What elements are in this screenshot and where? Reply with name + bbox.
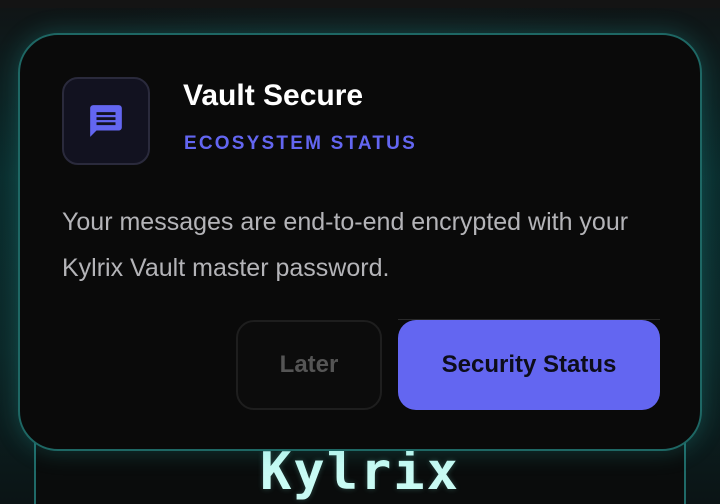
chat-message-icon [90, 105, 122, 137]
security-status-button[interactable]: Security Status [398, 320, 660, 410]
vault-secure-dialog: Vault Secure ECOSYSTEM STATUS Your messa… [18, 33, 702, 451]
dialog-message: Your messages are end-to-end encrypted w… [62, 208, 629, 282]
dialog-subtitle: ECOSYSTEM STATUS [184, 133, 417, 154]
later-button[interactable]: Later [236, 320, 382, 410]
app-screen: Kylrix Vault Secure ECOSYSTEM STATUS You… [0, 0, 720, 504]
dialog-icon-tile [62, 77, 150, 165]
brand-wordmark: Kylrix [260, 442, 460, 502]
dialog-title: Vault Secure [183, 79, 364, 112]
top-bar [0, 0, 720, 8]
